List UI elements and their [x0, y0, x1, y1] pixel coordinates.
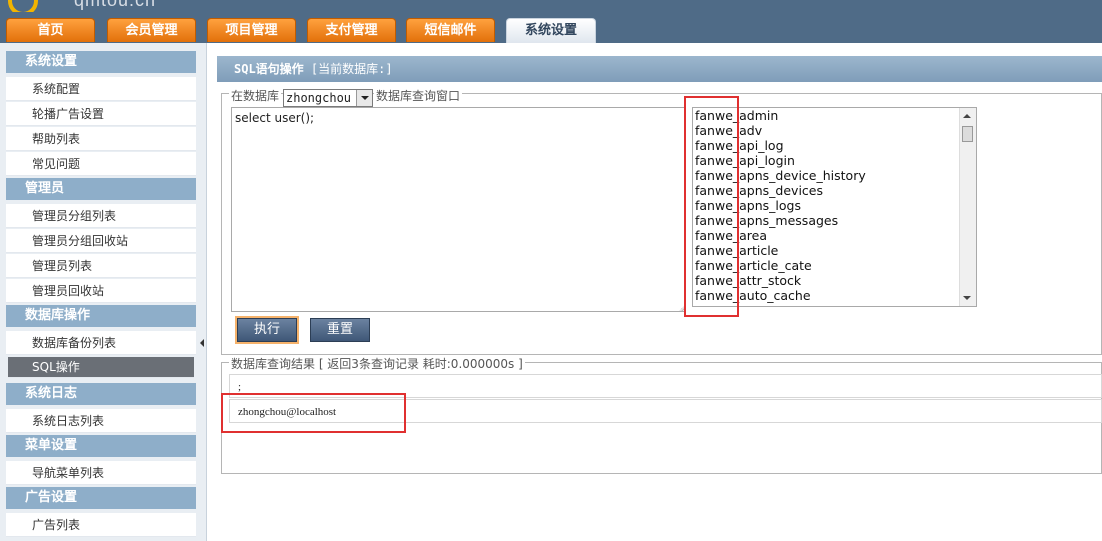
page-title: SQL语句操作 [当前数据库:] [217, 56, 1102, 82]
table-option[interactable]: fanwe_auto_cache [693, 288, 976, 303]
logo: qmtou.cn [0, 0, 190, 12]
tab-payment-management[interactable]: 支付管理 [307, 18, 396, 42]
scroll-down-icon[interactable] [963, 296, 971, 300]
sidebar-section-database[interactable]: 数据库操作 [6, 305, 196, 327]
scroll-thumb[interactable] [962, 126, 973, 142]
chevron-left-icon [200, 339, 204, 347]
logo-icon [8, 0, 38, 12]
reset-button[interactable]: 重置 [310, 318, 370, 342]
tab-sms-email[interactable]: 短信邮件 [406, 18, 495, 42]
sidebar-item-system-config[interactable]: 系统配置 [6, 77, 196, 101]
main-content: SQL语句操作 [当前数据库:] 在数据库 zhongchou 数据库查询窗口 … [207, 43, 1102, 541]
query-window-label: 数据库查询窗口 [374, 87, 463, 104]
sidebar-section-ad-settings[interactable]: 广告设置 [6, 487, 196, 509]
execute-button[interactable]: 执行 [235, 316, 299, 344]
tab-project-management[interactable]: 项目管理 [207, 18, 296, 42]
top-navigation-bar: qmtou.cn 首页 会员管理 项目管理 支付管理 短信邮件 系统设置 [0, 0, 1102, 43]
table-list[interactable]: fanwe_admin fanwe_adv fanwe_api_log fanw… [692, 107, 977, 307]
scroll-up-icon[interactable] [963, 114, 971, 118]
table-option[interactable]: fanwe_apns_messages [693, 213, 976, 228]
sidebar-item-nav-menu-list[interactable]: 导航菜单列表 [6, 461, 196, 485]
tab-system-settings[interactable]: 系统设置 [506, 18, 596, 43]
tab-member-management[interactable]: 会员管理 [107, 18, 196, 42]
sidebar-item-admin-group-recycle[interactable]: 管理员分组回收站 [6, 229, 196, 253]
sql-query-input[interactable]: select user(); [231, 107, 686, 312]
table-option[interactable]: fanwe_apns_logs [693, 198, 976, 213]
result-row: zhongchou@localhost [229, 399, 1102, 423]
sidebar-item-carousel-ads[interactable]: 轮播广告设置 [6, 102, 196, 126]
page-title-suffix: [当前数据库:] [310, 62, 393, 76]
table-option[interactable]: fanwe_article_cate [693, 258, 976, 273]
sidebar-item-admin-group-list[interactable]: 管理员分组列表 [6, 204, 196, 228]
results-legend: 数据库查询结果 [ 返回3条查询记录 耗时:0.000000s ] [229, 355, 525, 372]
sidebar-item-help-list[interactable]: 帮助列表 [6, 127, 196, 151]
logo-text: qmtou.cn [74, 0, 157, 10]
table-list-scrollbar[interactable] [959, 108, 976, 306]
page-title-text: SQL语句操作 [234, 62, 304, 76]
sidebar-section-system-log[interactable]: 系统日志 [6, 383, 196, 405]
sidebar-item-system-log-list[interactable]: 系统日志列表 [6, 409, 196, 433]
sidebar-item-admin-list[interactable]: 管理员列表 [6, 254, 196, 278]
table-option[interactable]: fanwe_area [693, 228, 976, 243]
tab-home[interactable]: 首页 [6, 18, 95, 42]
sidebar-item-db-backup-list[interactable]: 数据库备份列表 [6, 331, 196, 355]
table-option[interactable]: fanwe_apns_device_history [693, 168, 976, 183]
table-option[interactable]: fanwe_api_login [693, 153, 976, 168]
sidebar-item-ad-list[interactable]: 广告列表 [6, 513, 196, 537]
sidebar: 系统设置 系统配置 轮播广告设置 帮助列表 常见问题 管理员 管理员分组列表 管… [0, 43, 207, 541]
table-option[interactable]: fanwe_admin [693, 108, 976, 123]
database-select[interactable]: zhongchou [283, 89, 373, 107]
table-option[interactable]: fanwe_adv [693, 123, 976, 138]
database-select-value: zhongchou [286, 91, 352, 105]
query-panel-legend: 在数据库 [229, 87, 282, 104]
sidebar-item-admin-recycle[interactable]: 管理员回收站 [6, 279, 196, 303]
sidebar-item-sql-operation[interactable]: SQL操作 [8, 357, 194, 378]
table-option[interactable]: fanwe_api_log [693, 138, 976, 153]
result-row: ; [229, 374, 1102, 398]
resize-grip-icon[interactable] [678, 305, 685, 312]
sidebar-item-faq[interactable]: 常见问题 [6, 152, 196, 176]
sidebar-collapse-handle[interactable] [199, 313, 207, 373]
chevron-down-icon [356, 90, 372, 106]
db-label: 在数据库 [231, 89, 280, 103]
sidebar-section-menu-settings[interactable]: 菜单设置 [6, 435, 196, 457]
table-option[interactable]: fanwe_attr_stock [693, 273, 976, 288]
table-option[interactable]: fanwe_apns_devices [693, 183, 976, 198]
sidebar-section-system-settings[interactable]: 系统设置 [6, 51, 196, 73]
sidebar-section-admin[interactable]: 管理员 [6, 178, 196, 200]
table-option[interactable]: fanwe_article [693, 243, 976, 258]
table-list-items: fanwe_admin fanwe_adv fanwe_api_log fanw… [693, 108, 976, 303]
